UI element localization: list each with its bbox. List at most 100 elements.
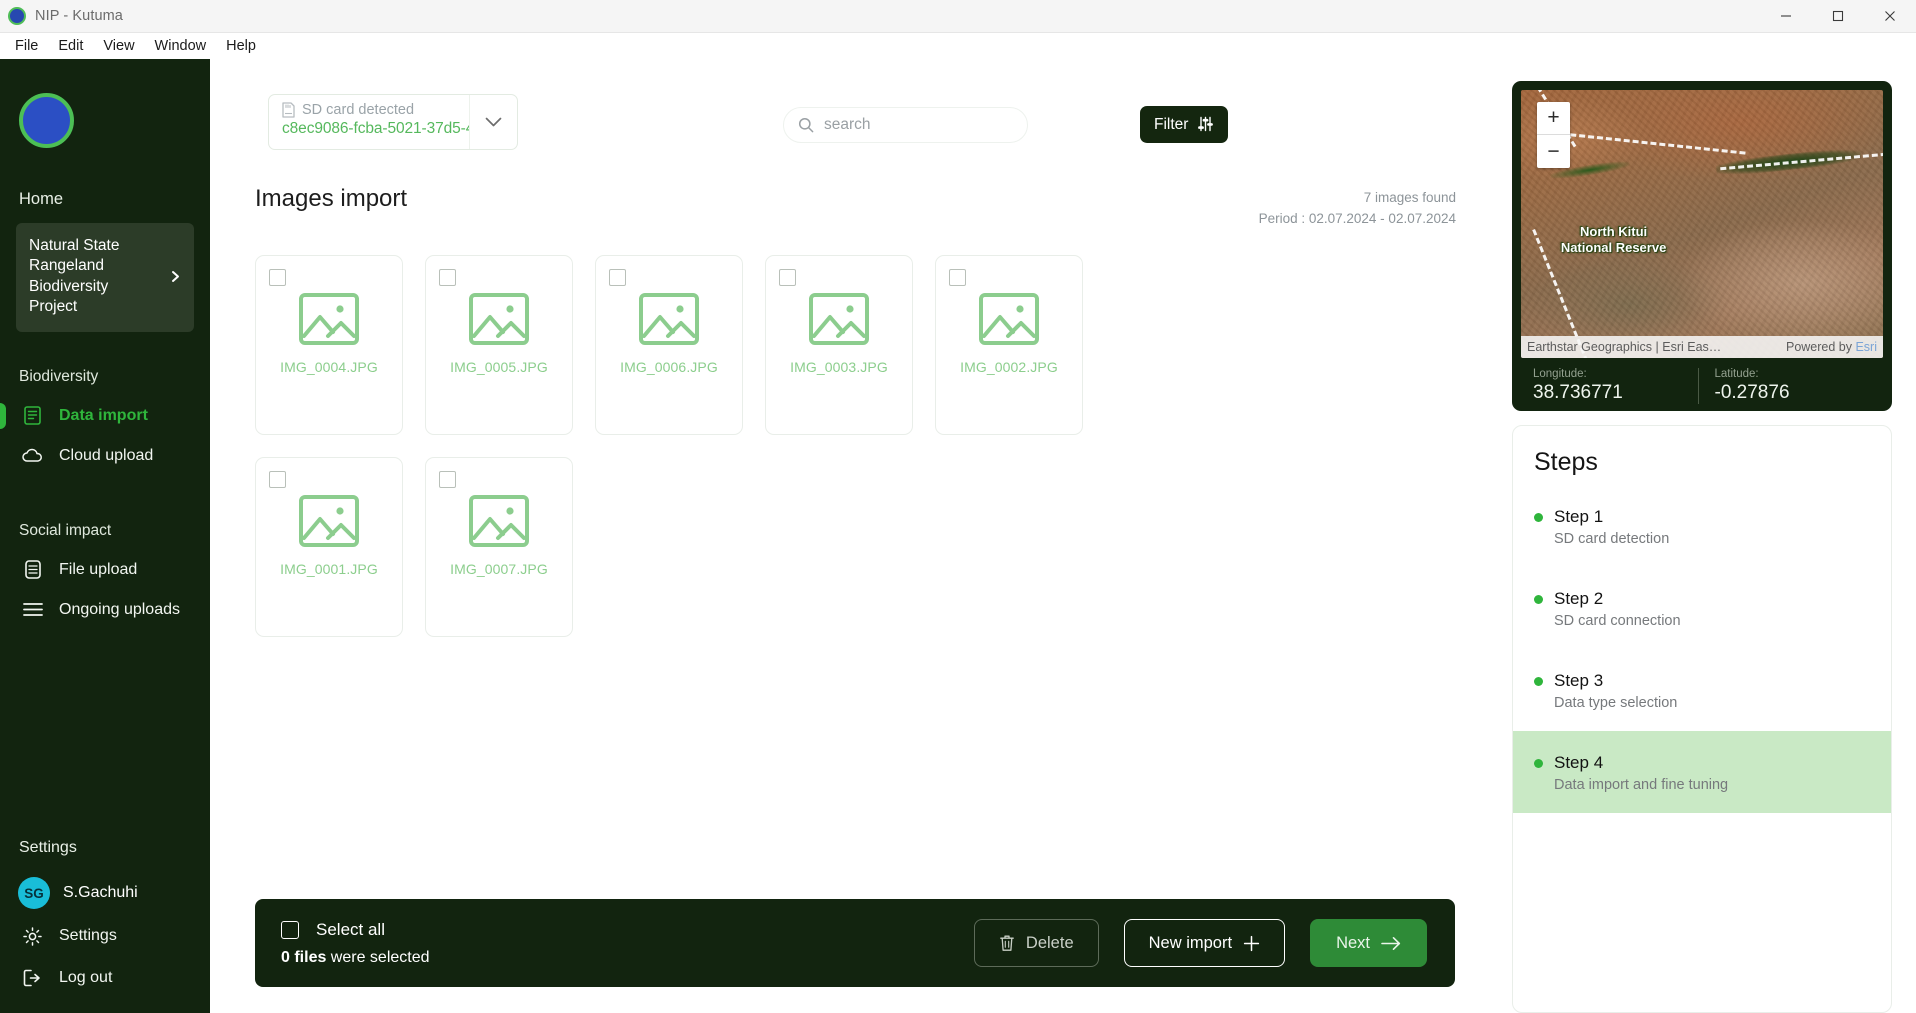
map-powered-by: Powered by Esri	[1786, 340, 1877, 354]
delete-label: Delete	[1025, 933, 1074, 952]
plus-icon	[1243, 935, 1260, 952]
search-icon	[798, 117, 814, 133]
image-card-checkbox[interactable]	[439, 269, 456, 286]
toolbar: SD card detected c8ec9086-fcba-5021-37d5…	[210, 59, 1496, 175]
step-status-dot	[1534, 512, 1543, 522]
step-name: Step 2	[1554, 589, 1604, 608]
select-all-label: Select all	[316, 919, 385, 939]
image-filename: IMG_0003.JPG	[790, 359, 888, 375]
sliders-icon	[1197, 116, 1214, 133]
sidebar-item-data-import[interactable]: Data import	[0, 396, 210, 436]
image-card[interactable]: IMG_0005.JPG	[425, 255, 573, 435]
step-description: Data import and fine tuning	[1554, 777, 1729, 793]
select-all-checkbox[interactable]	[281, 920, 299, 939]
window-titlebar: NIP - Kutuma	[0, 0, 1916, 33]
step-item[interactable]: Step 1 SD card detection	[1513, 485, 1891, 567]
sd-card-id: c8ec9086-fcba-5021-37d5-43281d306a84	[282, 120, 469, 137]
sidebar-item-label: File upload	[59, 560, 138, 578]
sidebar: Home Natural State Rangeland Biodiversit…	[0, 59, 210, 1013]
image-card-checkbox[interactable]	[609, 269, 626, 286]
sidebar-item-cloud-upload[interactable]: Cloud upload	[0, 436, 210, 476]
image-card-checkbox[interactable]	[779, 269, 796, 286]
steps-list: Step 1 SD card detection Step 2 SD card con…	[1513, 485, 1891, 813]
image-card-checkbox[interactable]	[949, 269, 966, 286]
select-all-row[interactable]: Select all	[281, 920, 430, 940]
sidebar-user[interactable]: SG S.Gachuhi	[0, 871, 210, 915]
delete-button[interactable]: Delete	[973, 919, 1099, 967]
file-upload-icon	[22, 560, 43, 580]
image-card[interactable]: IMG_0007.JPG	[425, 457, 573, 637]
new-import-button[interactable]: New import	[1123, 919, 1286, 967]
menubar: File Edit View Window Help	[0, 33, 1916, 59]
map-zoom-controls[interactable]: + −	[1537, 102, 1570, 168]
map-coordinates: Longitude: 38.736771 Latitude: -0.27876	[1521, 358, 1883, 404]
sidebar-section-social-impact: Social impact	[19, 521, 112, 539]
sd-card-selector[interactable]: SD card detected c8ec9086-fcba-5021-37d5…	[268, 94, 518, 150]
menu-window[interactable]: Window	[146, 35, 216, 57]
zoom-out-button[interactable]: −	[1537, 135, 1570, 168]
sidebar-item-settings[interactable]: Settings	[0, 915, 210, 957]
gear-icon	[22, 926, 43, 946]
image-placeholder-icon	[298, 494, 360, 548]
sidebar-item-label: Ongoing uploads	[59, 600, 180, 618]
image-placeholder-icon	[808, 292, 870, 346]
step-item[interactable]: Step 3 Data type selection	[1513, 649, 1891, 731]
minimize-button[interactable]	[1760, 0, 1812, 32]
satellite-map[interactable]: + − North Kitui National Reserve Earthst…	[1521, 90, 1883, 358]
esri-link[interactable]: Esri	[1855, 340, 1877, 354]
sidebar-project-card[interactable]: Natural State Rangeland Biodiversity Pro…	[16, 223, 194, 332]
step-name: Step 4	[1554, 753, 1604, 772]
sd-card-icon	[282, 102, 295, 118]
menu-edit[interactable]: Edit	[49, 35, 92, 57]
window-title: NIP - Kutuma	[35, 8, 123, 24]
selected-files-count: 0 files were selected	[281, 949, 430, 967]
chevron-down-icon[interactable]	[469, 95, 517, 149]
sidebar-item-label: Log out	[59, 969, 113, 986]
close-button[interactable]	[1864, 0, 1916, 32]
image-card[interactable]: IMG_0006.JPG	[595, 255, 743, 435]
sd-card-label: SD card detected	[302, 102, 415, 118]
maximize-button[interactable]	[1812, 0, 1864, 32]
menu-view[interactable]: View	[94, 35, 143, 57]
sidebar-item-ongoing-uploads[interactable]: Ongoing uploads	[0, 590, 210, 630]
search-box[interactable]	[783, 107, 1028, 143]
image-card[interactable]: IMG_0001.JPG	[255, 457, 403, 637]
filter-button[interactable]: Filter	[1140, 106, 1229, 143]
sidebar-item-file-upload[interactable]: File upload	[0, 550, 210, 590]
image-card-checkbox[interactable]	[269, 471, 286, 488]
image-card[interactable]: IMG_0003.JPG	[765, 255, 913, 435]
sidebar-section-biodiversity: Biodiversity	[19, 367, 99, 385]
step-item[interactable]: Step 2 SD card connection	[1513, 567, 1891, 649]
search-input[interactable]	[824, 116, 1013, 134]
steps-title: Steps	[1534, 448, 1598, 476]
menu-help[interactable]: Help	[217, 35, 265, 57]
list-icon	[22, 602, 43, 617]
latitude-label: Latitude:	[1714, 368, 1759, 380]
app-logo-icon	[8, 7, 26, 25]
image-card[interactable]: IMG_0004.JPG	[255, 255, 403, 435]
sidebar-item-logout[interactable]: Log out	[0, 957, 210, 999]
content-header: Images import 7 images found Period : 02…	[210, 185, 1496, 233]
step-status-dot	[1534, 758, 1543, 768]
image-placeholder-icon	[978, 292, 1040, 346]
new-import-label: New import	[1148, 933, 1233, 952]
content-meta: 7 images found Period : 02.07.2024 - 02.…	[1259, 188, 1456, 230]
image-filename: IMG_0005.JPG	[450, 359, 548, 375]
sidebar-section-settings: Settings	[19, 839, 77, 856]
menu-file[interactable]: File	[6, 35, 47, 57]
image-card[interactable]: IMG_0002.JPG	[935, 255, 1083, 435]
trash-icon	[999, 934, 1015, 952]
map-attribution-text: Earthstar Geographics | Esri Eas…	[1527, 340, 1722, 354]
avatar: SG	[18, 877, 50, 909]
map-attribution: Earthstar Geographics | Esri Eas… Powere…	[1521, 336, 1883, 358]
sidebar-home-label[interactable]: Home	[19, 190, 210, 209]
page-title: Images import	[255, 185, 408, 212]
step-item[interactable]: Step 4 Data import and fine tuning	[1513, 731, 1891, 813]
image-card-checkbox[interactable]	[439, 471, 456, 488]
image-grid: IMG_0004.JPG IMG_0005.JPG IMG_0006.JPG IMG_…	[210, 233, 1220, 637]
next-button[interactable]: Next	[1310, 919, 1427, 967]
selected-files-suffix: were selected	[326, 948, 430, 966]
image-filename: IMG_0007.JPG	[450, 561, 548, 577]
zoom-in-button[interactable]: +	[1537, 102, 1570, 135]
image-card-checkbox[interactable]	[269, 269, 286, 286]
